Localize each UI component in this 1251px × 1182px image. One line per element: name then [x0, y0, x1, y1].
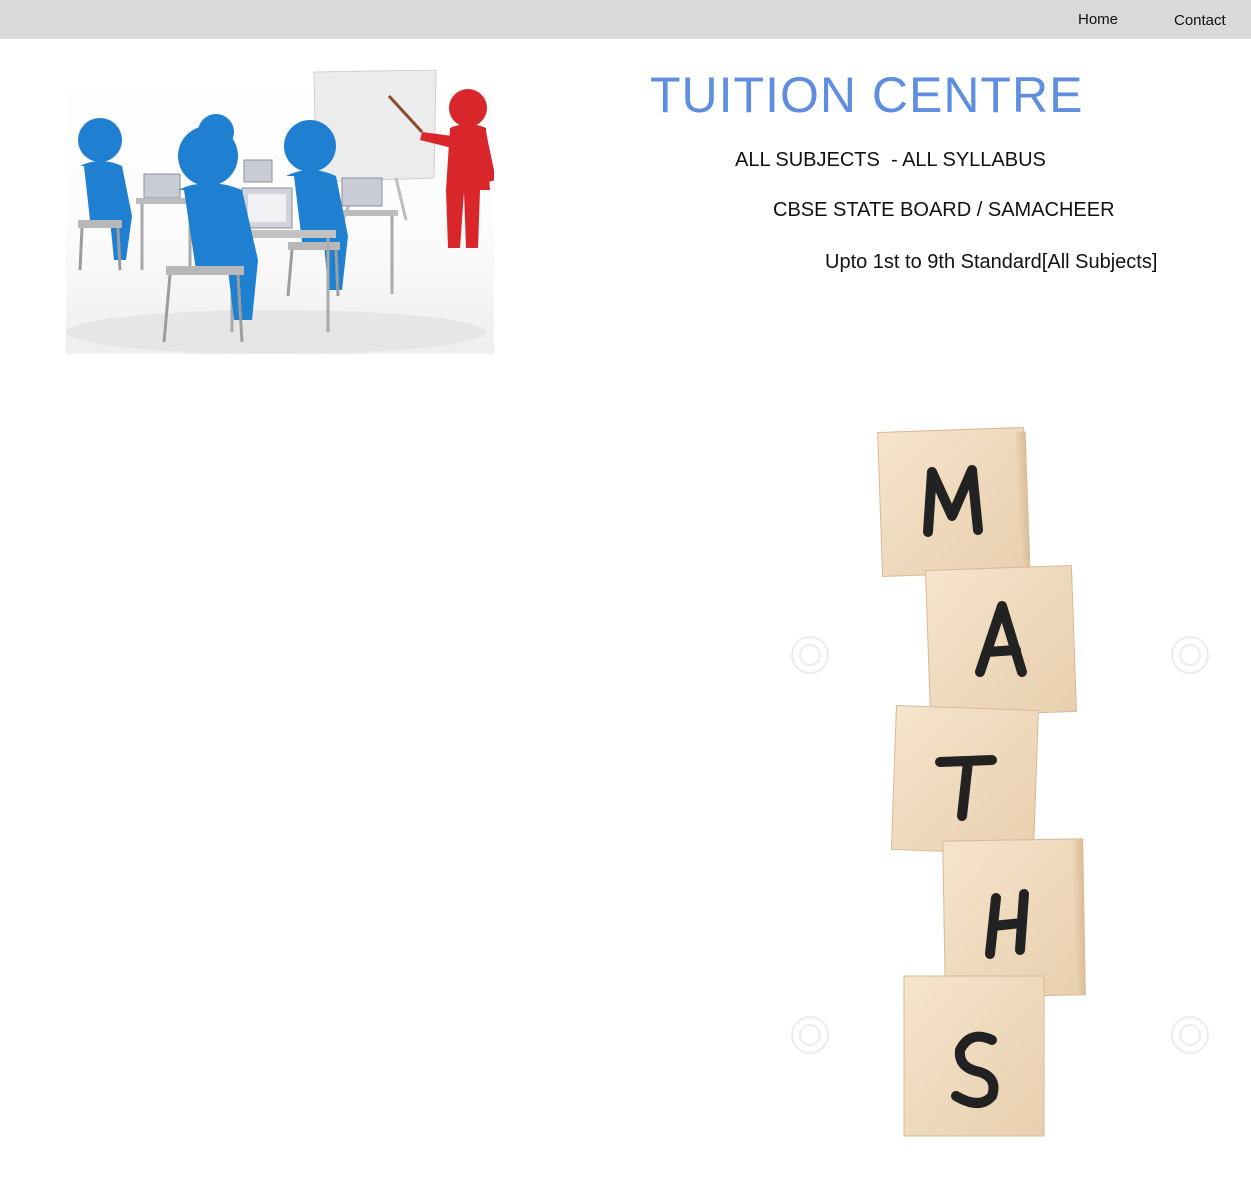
- maths-blocks-image: [782, 420, 1234, 1140]
- classroom-scene-icon: [66, 70, 494, 354]
- standard-tagline: Upto 1st to 9th Standard[All Subjects]: [825, 251, 1158, 273]
- subjects-tagline: ALL SUBJECTS - ALL SYLLABUS: [735, 149, 1046, 171]
- classroom-illustration: [66, 70, 494, 354]
- maths-blocks-icon: [791, 426, 1209, 1137]
- nav-contact-link[interactable]: Contact: [1174, 12, 1226, 29]
- nav-home-link[interactable]: Home: [1078, 11, 1118, 28]
- boards-tagline: CBSE STATE BOARD / SAMACHEER: [773, 199, 1115, 221]
- page-title: TUITION CENTRE: [650, 67, 1084, 123]
- top-nav-bar: Home Contact: [0, 0, 1251, 39]
